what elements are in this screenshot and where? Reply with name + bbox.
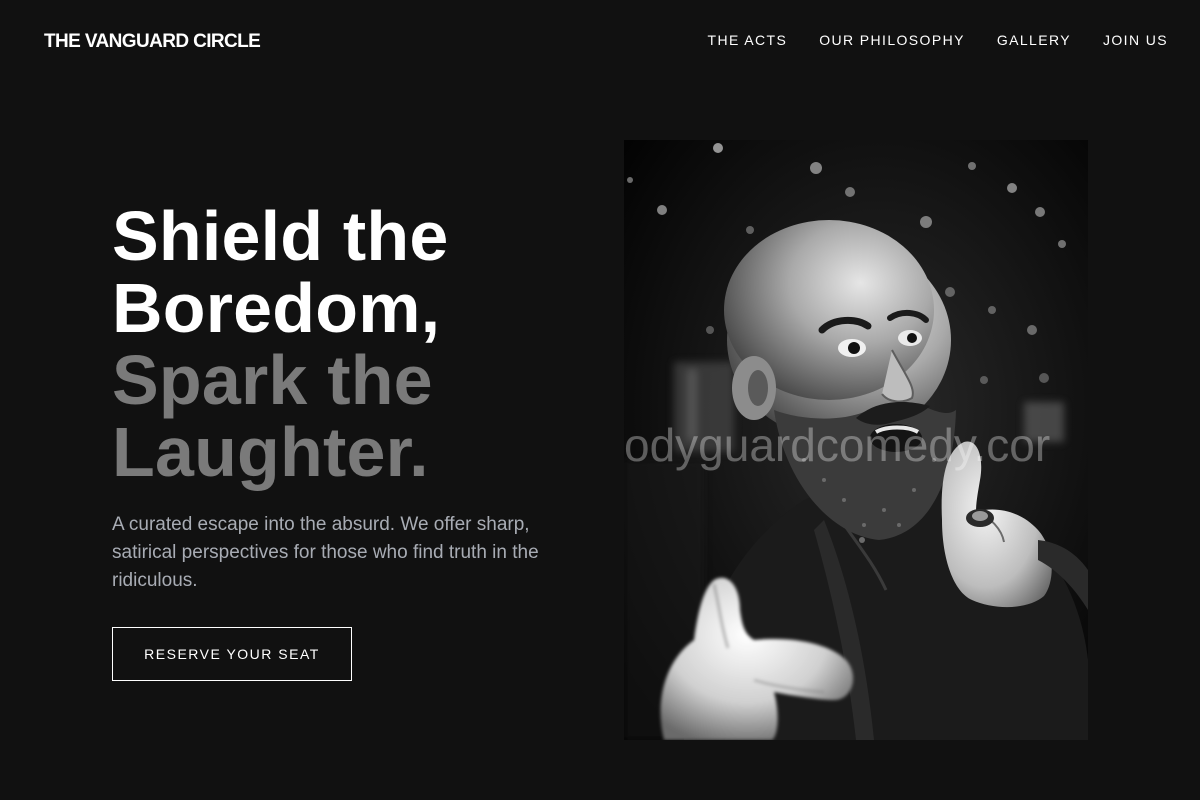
hero-title-line-2: Boredom, bbox=[112, 269, 441, 347]
site-header: THE VANGUARD CIRCLE THE ACTS OUR PHILOSO… bbox=[0, 0, 1200, 84]
hero-subtitle: A curated escape into the absurd. We off… bbox=[112, 514, 539, 591]
hero-title-line-4: Laughter. bbox=[112, 413, 429, 491]
comedian-photo: odyguardcomedy.cor bbox=[624, 140, 1088, 740]
nav-item-join-us[interactable]: JOIN US bbox=[1103, 31, 1168, 49]
hero-title-line-3: Spark the bbox=[112, 341, 433, 419]
brand-logo[interactable]: THE VANGUARD CIRCLE bbox=[44, 30, 261, 54]
nav-item-our-philosophy[interactable]: OUR PHILOSOPHY bbox=[819, 31, 965, 49]
nav-item-gallery[interactable]: GALLERY bbox=[997, 31, 1071, 49]
hero-title: Shield the Boredom, Spark the Laughter. bbox=[112, 200, 592, 488]
reserve-seat-button[interactable]: RESERVE YOUR SEAT bbox=[112, 627, 352, 681]
nav-item-the-acts[interactable]: THE ACTS bbox=[708, 31, 788, 49]
main-nav: THE ACTS OUR PHILOSOPHY GALLERY JOIN US bbox=[708, 31, 1168, 49]
hero-photo: odyguardcomedy.cor bbox=[624, 140, 1088, 740]
hero-title-line-1: Shield the bbox=[112, 197, 449, 275]
watermark-text: odyguardcomedy.cor bbox=[624, 419, 1050, 471]
page: THE VANGUARD CIRCLE THE ACTS OUR PHILOSO… bbox=[0, 0, 1200, 800]
